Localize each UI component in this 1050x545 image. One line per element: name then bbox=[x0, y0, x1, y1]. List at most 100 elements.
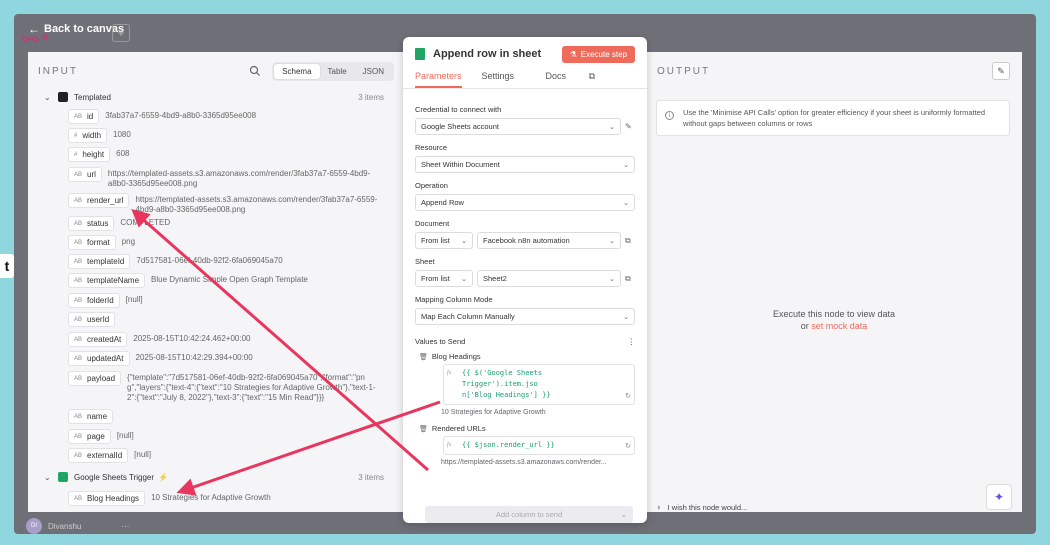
modal-header: Append row in sheet ⚗ Execute step bbox=[403, 37, 647, 71]
expand-icon[interactable]: ↻ bbox=[625, 391, 631, 402]
field-updated-at[interactable]: AB updatedAt 2025-08-15T10:42:29.394+00:0… bbox=[68, 351, 253, 366]
back-to-canvas-button[interactable]: ← Back to canvas bbox=[28, 22, 124, 36]
chevron-down-icon: ⌄ bbox=[609, 275, 615, 283]
group-name: Google Sheets Trigger bbox=[74, 472, 155, 482]
info-text: Use the 'Minimise API Calls' option for … bbox=[683, 108, 986, 128]
tab-json[interactable]: JSON bbox=[355, 64, 392, 79]
edit-output-button[interactable]: ✎ bbox=[992, 62, 1010, 80]
field-value: 10 Strategies for Adaptive Growth bbox=[151, 493, 271, 502]
node-title[interactable]: Append row in sheet bbox=[433, 48, 562, 60]
field-page[interactable]: AB page [null] bbox=[68, 429, 134, 444]
type-icon: AB bbox=[74, 355, 83, 362]
type-icon: AB bbox=[74, 297, 83, 304]
field-format[interactable]: AB format png bbox=[68, 235, 135, 250]
user-name: Divanshu bbox=[48, 521, 82, 531]
expression-line: {{ $json.render_url }} bbox=[462, 441, 555, 449]
external-link-icon[interactable]: ⧉ bbox=[625, 236, 635, 246]
field-created-at[interactable]: AB createdAt 2025-08-15T10:42:24.462+00:0… bbox=[68, 332, 250, 347]
resource-value: Sheet Within Document bbox=[421, 160, 500, 169]
wish-label: I wish this node would... bbox=[667, 503, 748, 512]
tab-parameters[interactable]: Parameters bbox=[415, 71, 462, 88]
add-tab-button[interactable]: + bbox=[112, 24, 130, 42]
chevron-down-icon: ⌄ bbox=[609, 123, 615, 131]
field-width[interactable]: # width 1080 bbox=[68, 128, 131, 143]
credential-label: Credential to connect with bbox=[415, 105, 502, 114]
user-footer[interactable]: DI Divanshu ··· bbox=[26, 518, 129, 534]
values-label: Values to Send bbox=[415, 337, 466, 346]
operation-select[interactable]: Append Row ⌄ bbox=[415, 194, 635, 211]
field-key: folderId bbox=[87, 296, 114, 305]
external-link-icon[interactable]: ⧉ bbox=[625, 274, 635, 284]
group-name: Templated bbox=[74, 92, 111, 102]
mapping-select[interactable]: Map Each Column Manually ⌄ bbox=[415, 308, 635, 325]
side-tab[interactable]: t bbox=[0, 254, 14, 278]
type-icon: AB bbox=[74, 277, 83, 284]
field-folder-id[interactable]: AB folderId [null] bbox=[68, 293, 143, 308]
pencil-icon: ✎ bbox=[997, 66, 1005, 76]
group-templated[interactable]: ⌄ Templated 3 items bbox=[44, 89, 394, 105]
field-key: payload bbox=[87, 374, 116, 383]
expand-icon[interactable]: ↻ bbox=[625, 441, 631, 452]
field-url[interactable]: AB url https://templated-assets.s3.amazon… bbox=[68, 167, 388, 189]
docs-label: Docs bbox=[545, 71, 567, 81]
feedback-link[interactable]: ♀ I wish this node would... bbox=[656, 503, 747, 512]
field-key: height bbox=[82, 150, 105, 159]
tab-schema[interactable]: Schema bbox=[274, 63, 320, 79]
expression-line: {{ $('Google Sheets Trigger').item.jso bbox=[462, 369, 543, 388]
more-vertical-icon[interactable]: ⋮ bbox=[628, 337, 636, 346]
trash-icon[interactable]: 🗑 bbox=[419, 353, 428, 361]
sheet-label: Sheet bbox=[415, 257, 435, 266]
field-external-id[interactable]: AB externalId [null] bbox=[68, 448, 151, 463]
operation-label: Operation bbox=[415, 181, 448, 190]
output-title: OUTPUT bbox=[657, 66, 711, 77]
rendered-urls-expression[interactable]: fx {{ $json.render_url }} ↻ bbox=[443, 436, 635, 455]
field-blog-headings[interactable]: AB Blog Headings 10 Strategies for Adapti… bbox=[68, 491, 271, 506]
pencil-icon[interactable]: ✎ bbox=[625, 122, 635, 131]
field-user-id[interactable]: AB userId bbox=[68, 312, 121, 327]
flask-icon: ⚗ bbox=[569, 49, 577, 59]
minimise-api-info: i Use the 'Minimise API Calls' option fo… bbox=[656, 100, 1010, 136]
document-label: Document bbox=[415, 219, 450, 228]
set-mock-data-link[interactable]: set mock data bbox=[811, 321, 867, 331]
field-key: id bbox=[87, 112, 94, 121]
tab-table[interactable]: Table bbox=[320, 64, 355, 79]
add-column-button[interactable]: Add column to send ⌄ bbox=[425, 506, 633, 523]
field-template-id[interactable]: AB templateId 7d517581-06ef-40db-92f2-6fa… bbox=[68, 254, 283, 269]
credential-select[interactable]: Google Sheets account ⌄ bbox=[415, 118, 621, 135]
field-value: 608 bbox=[116, 149, 130, 158]
document-mode-select[interactable]: From list ⌄ bbox=[415, 232, 473, 249]
resource-select[interactable]: Sheet Within Document ⌄ bbox=[415, 156, 635, 173]
trash-icon[interactable]: 🗑 bbox=[419, 425, 428, 433]
tab-settings[interactable]: Settings bbox=[482, 71, 515, 88]
type-icon: AB bbox=[74, 316, 83, 323]
field-key: width bbox=[82, 131, 102, 140]
field-render-url[interactable]: AB render_url https://templated-assets.s3… bbox=[68, 193, 395, 215]
field-status[interactable]: AB status COMPLETED bbox=[68, 216, 170, 231]
docs-link[interactable]: Docs ⧉ bbox=[546, 71, 615, 82]
chevron-down-icon: ⌄ bbox=[623, 313, 629, 321]
execute-step-button[interactable]: ⚗ Execute step bbox=[561, 45, 635, 63]
field-template-name[interactable]: AB templateName Blue Dynamic Simple Open … bbox=[68, 273, 308, 288]
field-id[interactable]: AB id 3fab37a7-6559-4bd9-a8b0-3365d95ee00… bbox=[68, 109, 256, 124]
fx-icon: fx bbox=[447, 370, 452, 376]
modal-tabs: Parameters Settings Docs ⧉ bbox=[403, 71, 647, 89]
input-panel: INPUT Schema Table JSON ⌄ Templated 3 it… bbox=[28, 52, 404, 512]
blog-headings-expression[interactable]: fx {{ $('Google Sheets Trigger').item.js… bbox=[443, 364, 635, 405]
group-google-sheets-trigger[interactable]: ⌄ Google Sheets Trigger ⚡ 3 items bbox=[44, 469, 394, 485]
document-select[interactable]: Facebook n8n automation ⌄ bbox=[477, 232, 621, 249]
field-height[interactable]: # height 608 bbox=[68, 147, 130, 162]
field-name[interactable]: AB name bbox=[68, 409, 119, 424]
field-value: https://templated-assets.s3.amazonaws.co… bbox=[135, 195, 378, 214]
or-text: or bbox=[800, 321, 809, 331]
search-icon[interactable] bbox=[248, 64, 262, 78]
field-key: url bbox=[87, 170, 96, 179]
sheet-mode-select[interactable]: From list ⌄ bbox=[415, 270, 473, 287]
type-icon: AB bbox=[74, 197, 83, 204]
field-payload[interactable]: AB payload {"template":"7d517581-06ef-40d… bbox=[68, 371, 377, 403]
field-key: Blog Headings bbox=[87, 494, 140, 503]
ai-assistant-button[interactable]: ✦ bbox=[986, 484, 1012, 510]
sheet-select[interactable]: Sheet2 ⌄ bbox=[477, 270, 621, 287]
type-icon: AB bbox=[74, 220, 83, 227]
sheet-mode: From list bbox=[421, 274, 450, 283]
sparkle-icon: ✦ bbox=[993, 490, 1005, 504]
